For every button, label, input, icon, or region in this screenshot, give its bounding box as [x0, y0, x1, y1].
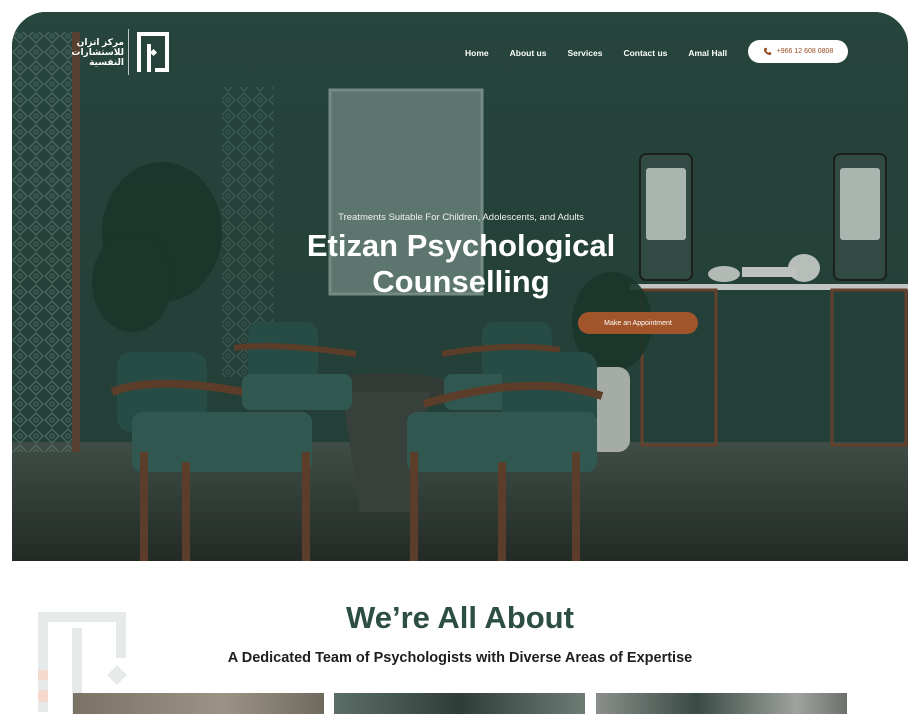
team-card-2[interactable]	[334, 693, 585, 714]
hero-title-line-2: Counselling	[372, 264, 550, 299]
about-subtitle: A Dedicated Team of Psychologists with D…	[227, 650, 693, 666]
team-card-3[interactable]	[596, 693, 847, 714]
hero-subtitle: Treatments Suitable For Children, Adoles…	[338, 212, 584, 223]
hero-title: Etizan Psychological Counselling	[12, 228, 908, 300]
main-nav: Home About us Services Contact us Amal H…	[465, 48, 727, 58]
team-card-1[interactable]	[73, 693, 324, 714]
phone-button[interactable]: +966 12 608 0808	[748, 40, 848, 63]
logo-arabic-text: مركز اتزان للاستشارات النفسية	[71, 37, 124, 67]
hero-title-line-1: Etizan Psychological	[306, 228, 616, 263]
nav-contact-us[interactable]: Contact us	[623, 48, 667, 58]
phone-number: +966 12 608 0808	[776, 48, 834, 55]
nav-services[interactable]: Services	[567, 48, 602, 58]
phone-icon	[763, 47, 771, 56]
about-title: We’re All About	[346, 600, 574, 635]
nav-about-us[interactable]: About us	[510, 48, 547, 58]
logo-mark-icon	[137, 32, 169, 72]
nav-amal-hall[interactable]: Amal Hall	[688, 48, 727, 58]
nav-home[interactable]: Home	[465, 48, 489, 58]
site-logo[interactable]: مركز اتزان للاستشارات النفسية	[71, 26, 177, 78]
hero-section: مركز اتزان للاستشارات النفسية Home About…	[12, 12, 908, 561]
make-appointment-button[interactable]: Make an Appointment	[578, 312, 698, 334]
logo-divider	[128, 29, 129, 75]
